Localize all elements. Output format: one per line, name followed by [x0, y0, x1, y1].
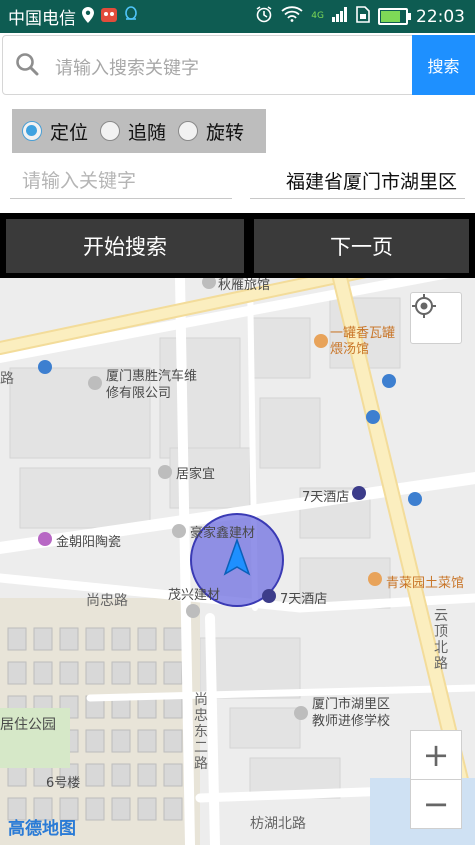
- qq-icon: [124, 6, 138, 27]
- map-label-qingcai[interactable]: 青菜园土菜馆: [386, 572, 464, 591]
- street-label-yunding-north: 云顶北路: [434, 608, 448, 672]
- status-bar: 中国电信 4G 22:03: [0, 0, 475, 33]
- network-type: 4G: [311, 11, 324, 21]
- map-mode-group: 定位 追随 旋转: [12, 109, 266, 153]
- mode-rotate-label: 旋转: [206, 121, 245, 144]
- building-block: [85, 763, 105, 787]
- street-label-shangzhong-east: 尚忠东二路: [194, 692, 208, 772]
- building-block: [111, 627, 131, 651]
- map-view[interactable]: 秋雁旅馆 一罐香瓦罐煨汤馆 厦门惠胜汽车维修有限公司 居家宜 7天酒店 豪家鑫建…: [0, 278, 475, 845]
- school-poi-icon[interactable]: [294, 706, 308, 720]
- hotel-poi-icon-3[interactable]: [262, 589, 276, 603]
- keyword-input[interactable]: [10, 163, 232, 199]
- mode-rotate[interactable]: 旋转: [178, 118, 244, 145]
- building-block: [33, 661, 53, 685]
- signal-icon: [332, 6, 348, 27]
- wifi-icon: [281, 6, 303, 27]
- start-search-button[interactable]: 开始搜索: [6, 219, 244, 273]
- building-block: [163, 729, 183, 753]
- building-block: [111, 729, 131, 753]
- building-block: [59, 627, 79, 651]
- map-canvas: [0, 278, 475, 845]
- building-block: [163, 797, 183, 821]
- amap-logo: 高德地图: [8, 819, 76, 839]
- street-label-shangzhong: 尚忠路: [86, 593, 128, 609]
- bus-stop-icon-2[interactable]: [382, 374, 396, 388]
- next-page-button[interactable]: 下一页: [254, 219, 469, 273]
- app-notification-icon: [100, 6, 118, 28]
- bus-stop-icon[interactable]: [38, 360, 52, 374]
- map-label-park[interactable]: 居住公园: [0, 714, 56, 734]
- restaurant-poi-icon[interactable]: [314, 334, 328, 348]
- radio-rotate[interactable]: [178, 121, 199, 141]
- sim-icon: [356, 5, 370, 28]
- radio-follow[interactable]: [100, 121, 121, 141]
- map-label-jinchaoyang[interactable]: 金朝阳陶瓷: [56, 531, 121, 550]
- mode-locate[interactable]: 定位: [22, 118, 88, 145]
- map-label-haojia[interactable]: 豪家鑫建材: [190, 522, 255, 541]
- repair-poi-icon[interactable]: [88, 376, 102, 390]
- search-input[interactable]: [53, 54, 397, 82]
- map-label-maoxing[interactable]: 茂兴建材: [168, 584, 220, 603]
- map-label-building6: 6号楼: [46, 776, 81, 791]
- map-label-seven-days-2[interactable]: 7天酒店: [280, 588, 327, 607]
- keyword-row: [10, 159, 465, 203]
- building-block: [33, 627, 53, 651]
- building-block: [59, 661, 79, 685]
- building-block: [137, 627, 157, 651]
- alarm-icon: [255, 5, 273, 28]
- search-panel: 搜索 定位 追随 旋转: [0, 33, 475, 213]
- map-label-school[interactable]: 厦门市湖里区教师进修学校: [312, 696, 402, 730]
- map-label-restaurant[interactable]: 一罐香瓦罐煨汤馆: [330, 326, 402, 358]
- mode-follow[interactable]: 追随: [100, 118, 166, 145]
- building-block: [137, 763, 157, 787]
- locate-me-button[interactable]: [410, 292, 462, 344]
- map-label-hotel[interactable]: 秋雁旅馆: [218, 278, 270, 293]
- battery-icon: [378, 8, 411, 25]
- search-box[interactable]: [2, 35, 414, 95]
- radio-locate[interactable]: [22, 121, 42, 141]
- building-block: [163, 661, 183, 685]
- building-block: [163, 763, 183, 787]
- building-block: [85, 627, 105, 651]
- building-block: [137, 729, 157, 753]
- restaurant-poi-icon-2[interactable]: [368, 572, 382, 586]
- store-poi-icon[interactable]: [158, 465, 172, 479]
- building-block: [111, 661, 131, 685]
- bus-stop-icon-3[interactable]: [366, 410, 380, 424]
- mode-locate-label: 定位: [50, 121, 89, 144]
- mode-follow-label: 追随: [128, 121, 167, 144]
- search-icon: [15, 52, 39, 76]
- street-label-left: 路: [0, 371, 14, 387]
- street-label-fanghu-north: 枋湖北路: [250, 816, 306, 832]
- clock: 22:03: [416, 6, 465, 27]
- building-block: [163, 627, 183, 651]
- shop-poi-icon[interactable]: [38, 532, 52, 546]
- search-button[interactable]: 搜索: [412, 35, 475, 95]
- building-block: [111, 797, 131, 821]
- map-label-seven-days-1[interactable]: 7天酒店: [302, 486, 349, 505]
- hotel-poi-icon-2[interactable]: [352, 486, 366, 500]
- building-block: [137, 661, 157, 685]
- building-block: [137, 797, 157, 821]
- battery-level: [381, 11, 400, 22]
- store-poi-icon-2[interactable]: [172, 524, 186, 538]
- carrier-name: 中国电信: [8, 9, 76, 29]
- building-block: [85, 661, 105, 685]
- location-pin-icon: [82, 6, 94, 27]
- building-block: [7, 627, 27, 651]
- zoom-out-button[interactable]: −: [410, 779, 462, 829]
- action-row: 开始搜索 下一页: [0, 213, 475, 278]
- building-block: [111, 763, 131, 787]
- zoom-in-button[interactable]: +: [410, 730, 462, 780]
- store-poi-icon-3[interactable]: [186, 604, 200, 618]
- bus-stop-icon-4[interactable]: [408, 492, 422, 506]
- building-block: [85, 729, 105, 753]
- map-label-juja[interactable]: 居家宜: [176, 463, 215, 482]
- building-block: [85, 797, 105, 821]
- search-bar: 搜索: [0, 33, 475, 96]
- city-input[interactable]: [250, 163, 465, 199]
- building-block: [7, 661, 27, 685]
- map-label-repair-shop[interactable]: 厦门惠胜汽车维修有限公司: [106, 368, 201, 402]
